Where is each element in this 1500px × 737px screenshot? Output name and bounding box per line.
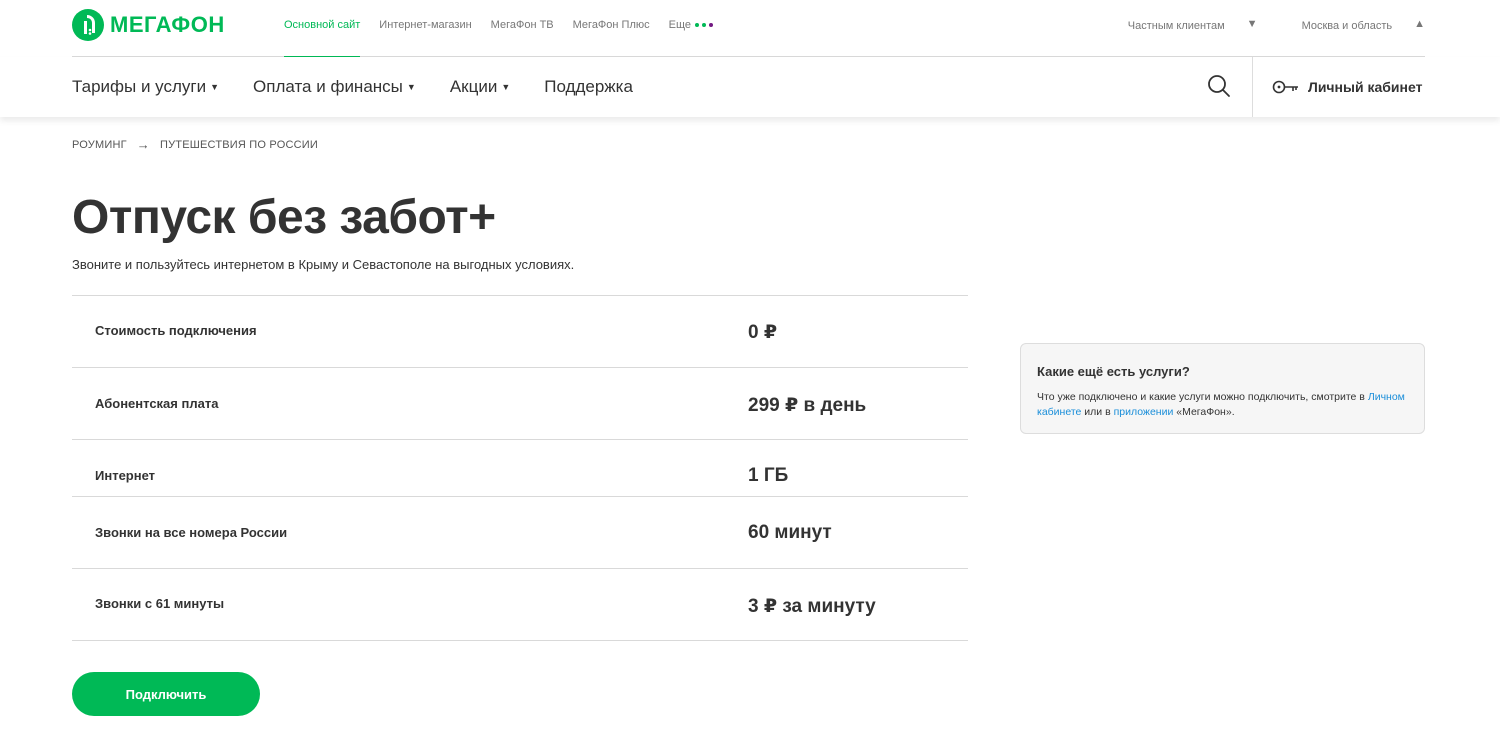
megafon-logo[interactable]: МегаФон — [72, 9, 225, 41]
row-value: 1 ГБ — [748, 465, 789, 486]
breadcrumb-roaming[interactable]: РОУМИНГ — [72, 139, 127, 151]
topnav-more[interactable]: Еще — [668, 0, 714, 57]
card-text-part: «МегаФон». — [1176, 406, 1235, 418]
top-right-menu: Частным клиентам ▼ Москва и область ▲ — [1084, 0, 1425, 50]
page-subtitle: Звоните и пользуйтесь интернетом в Крыму… — [72, 257, 575, 272]
more-dots-icon — [695, 23, 714, 28]
caret-down-icon: ▼ — [210, 82, 220, 92]
logo-mark-icon — [72, 9, 104, 41]
search-icon[interactable] — [1207, 74, 1231, 98]
services-info-card: Какие ещё есть услуги? Что уже подключен… — [1020, 343, 1425, 434]
row-value: 60 минут — [748, 522, 832, 543]
key-icon — [1272, 80, 1298, 94]
main-nav: Тарифы и услуги ▼ Оплата и финансы ▼ Акции… — [0, 57, 1500, 117]
arrow-right-icon: → — [136, 137, 150, 152]
row-label: Интернет — [95, 468, 156, 483]
row-label: Звонки с 61 минуты — [95, 596, 225, 611]
nav-payment[interactable]: Оплата и финансы ▼ — [253, 77, 416, 97]
row-value: 0 ₽ — [748, 322, 778, 343]
table-row: Абонентская плата 299 ₽ в день — [72, 368, 968, 440]
caret-up-icon: ▲ — [1414, 18, 1425, 30]
card-title: Какие ещё есть услуги? — [1037, 364, 1190, 379]
table-row: Стоимость подключения 0 ₽ — [72, 296, 968, 368]
table-row: Звонки на все номера России 60 минут — [72, 497, 968, 569]
card-text: Что уже подключено и какие услуги можно … — [1037, 390, 1408, 420]
row-label: Абонентская плата — [95, 396, 219, 411]
clients-label: Частным клиентам — [1127, 20, 1225, 32]
nav-support[interactable]: Поддержка — [544, 77, 633, 97]
caret-down-icon: ▼ — [1246, 18, 1258, 30]
connect-button[interactable]: Подключить — [72, 672, 260, 716]
topnav-main-site[interactable]: Основной сайт — [284, 0, 361, 58]
clients-dropdown[interactable]: Частным клиентам ▼ — [1106, 18, 1258, 32]
region-selector[interactable]: Москва и область ▲ — [1280, 18, 1425, 32]
topnav-plus[interactable]: МегаФон Плюс — [573, 0, 650, 57]
topnav-more-label: Еще — [668, 19, 692, 31]
region-label: Москва и область — [1301, 20, 1393, 32]
personal-account-label: Личный кабинет — [1308, 79, 1423, 95]
nav-promos-label: Акции — [449, 77, 498, 96]
nav-divider — [1252, 57, 1253, 117]
page-title: Отпуск без забот+ — [72, 191, 496, 244]
caret-down-icon: ▼ — [406, 82, 416, 92]
card-text-part: Что уже подключено и какие услуги можно … — [1037, 391, 1365, 403]
nav-tariffs[interactable]: Тарифы и услуги ▼ — [72, 77, 219, 97]
app-inline-link[interactable]: приложении — [1114, 406, 1174, 418]
nav-payment-label: Оплата и финансы — [253, 77, 403, 96]
breadcrumb: РОУМИНГ → ПУТЕШЕСТВИЯ ПО РОССИИ — [72, 137, 318, 152]
row-value: 3 ₽ за минуту — [748, 596, 876, 617]
row-label: Стоимость подключения — [95, 323, 257, 338]
topnav-tv[interactable]: МегаФон ТВ — [491, 0, 554, 57]
logo-text: МегаФон — [110, 12, 225, 37]
table-row: Звонки с 61 минуты 3 ₽ за минуту — [72, 569, 968, 641]
card-text-part: или в — [1084, 406, 1111, 418]
caret-down-icon: ▼ — [501, 82, 511, 92]
tariff-table: Стоимость подключения 0 ₽ Абонентская пл… — [72, 295, 968, 641]
table-row: Интернет 1 ГБ — [72, 440, 968, 497]
row-value: 299 ₽ в день — [748, 395, 867, 416]
site-switcher: Основной сайт Интернет-магазин МегаФон Т… — [284, 0, 732, 58]
top-bar: МегаФон Основной сайт Интернет-магазин М… — [72, 0, 1425, 58]
personal-account-link[interactable]: Личный кабинет — [1272, 57, 1422, 117]
nav-tariffs-label: Тарифы и услуги — [72, 77, 207, 96]
topnav-shop[interactable]: Интернет-магазин — [379, 0, 471, 57]
nav-promos[interactable]: Акции ▼ — [450, 77, 510, 97]
row-label: Звонки на все номера России — [95, 525, 288, 540]
breadcrumb-russia-travel[interactable]: ПУТЕШЕСТВИЯ ПО РОССИИ — [160, 139, 318, 151]
